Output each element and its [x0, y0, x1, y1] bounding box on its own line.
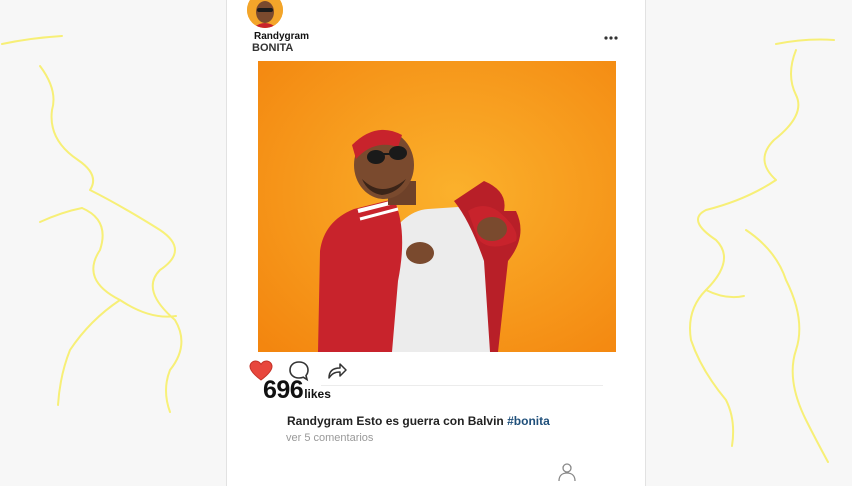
- avatar[interactable]: [247, 0, 283, 28]
- song-title: BONITA: [252, 42, 294, 54]
- username[interactable]: Randygram: [254, 31, 309, 42]
- post-image[interactable]: [258, 61, 616, 352]
- caption-text: Esto es guerra con Balvin: [356, 414, 504, 428]
- right-lightning-doodle: [689, 38, 835, 463]
- likes-label: likes: [304, 387, 331, 401]
- caption: Randygram Esto es guerra con Balvin #bon…: [287, 414, 550, 428]
- caption-username[interactable]: Randygram: [287, 414, 353, 428]
- more-options-icon[interactable]: [603, 35, 619, 41]
- instagram-post-card: Randygram BONITA 696likes Randygram Esto…: [226, 0, 646, 486]
- likes-count: 696: [263, 376, 304, 404]
- left-lightning-doodle: [1, 35, 183, 413]
- profile-icon[interactable]: [557, 462, 577, 482]
- view-comments-link[interactable]: ver 5 comentarios: [286, 432, 373, 444]
- likes-counter[interactable]: 696likes: [263, 376, 331, 405]
- divider: [321, 385, 603, 386]
- caption-hashtag[interactable]: #bonita: [507, 414, 550, 428]
